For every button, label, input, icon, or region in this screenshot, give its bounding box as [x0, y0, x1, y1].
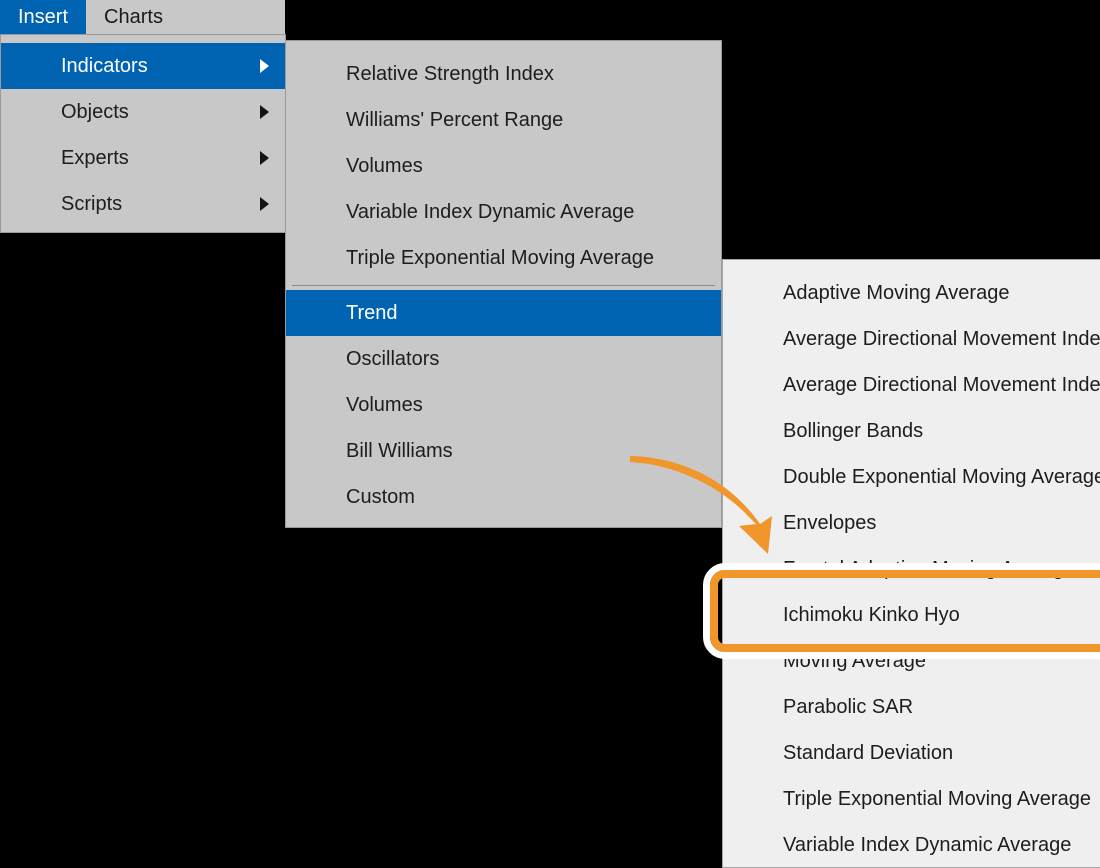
menu-item-average-directional-movement-index[interactable]: Average Directional Movement Index	[723, 316, 1100, 362]
menu-item-average-directional-movement-index-wilder[interactable]: Average Directional Movement Index Wilde…	[723, 362, 1100, 408]
submenu-chevron-right-icon	[260, 105, 269, 119]
menubar-item-charts[interactable]: Charts	[86, 0, 181, 34]
submenu-chevron-right-icon	[260, 197, 269, 211]
menu-item-label: Average Directional Movement Index	[783, 327, 1100, 350]
insert-menu-panel: Indicators Objects Experts Scripts	[0, 34, 286, 233]
menu-item-custom[interactable]: Custom	[286, 474, 721, 520]
menu-item-label: Triple Exponential Moving Average	[783, 787, 1091, 810]
menu-item-label: Volumes	[346, 154, 423, 177]
menu-item-moving-average[interactable]: Moving Average	[723, 638, 1100, 684]
menu-bar: Insert Charts	[0, 0, 285, 34]
menu-item-label: Double Exponential Moving Average	[783, 465, 1100, 488]
menu-item-label: Variable Index Dynamic Average	[346, 200, 635, 223]
menu-item-variable-index-dynamic-average[interactable]: Variable Index Dynamic Average	[286, 189, 721, 235]
menu-item-label: Relative Strength Index	[346, 62, 554, 85]
menu-item-triple-exponential-moving-average-trend[interactable]: Triple Exponential Moving Average	[723, 776, 1100, 822]
menu-item-label: Envelopes	[783, 511, 877, 534]
menu-item-ichimoku-kinko-hyo[interactable]: Ichimoku Kinko Hyo	[723, 592, 1100, 638]
menu-item-label: Indicators	[61, 54, 148, 77]
menu-item-bill-williams[interactable]: Bill Williams	[286, 428, 721, 474]
menu-item-label: Ichimoku Kinko Hyo	[783, 603, 960, 626]
menu-item-label: Average Directional Movement Index Wilde…	[783, 373, 1100, 396]
menu-item-williams-percent-range[interactable]: Williams' Percent Range	[286, 97, 721, 143]
menu-item-label: Volumes	[346, 393, 423, 416]
screenshot-root: Insert Charts Indicators Objects Experts…	[0, 0, 1100, 868]
menu-item-label: Parabolic SAR	[783, 695, 914, 718]
menu-item-parabolic-sar[interactable]: Parabolic SAR	[723, 684, 1100, 730]
menu-item-variable-index-dynamic-average-trend[interactable]: Variable Index Dynamic Average	[723, 822, 1100, 867]
menu-item-bollinger-bands[interactable]: Bollinger Bands	[723, 408, 1100, 454]
menu-item-label: Standard Deviation	[783, 741, 954, 764]
menu-item-label: Variable Index Dynamic Average	[783, 833, 1072, 856]
menu-item-relative-strength-index[interactable]: Relative Strength Index	[286, 51, 721, 97]
menu-item-label: Bollinger Bands	[783, 419, 924, 442]
menu-item-indicators[interactable]: Indicators	[1, 43, 285, 89]
menu-item-adaptive-moving-average[interactable]: Adaptive Moving Average	[723, 270, 1100, 316]
trend-submenu-panel: Adaptive Moving Average Average Directio…	[722, 259, 1100, 868]
menu-item-oscillators[interactable]: Oscillators	[286, 336, 721, 382]
menu-item-trend[interactable]: Trend	[286, 290, 721, 336]
menu-item-label: Objects	[61, 100, 129, 123]
menu-item-label: Williams' Percent Range	[346, 108, 564, 131]
menu-item-label: Custom	[346, 485, 415, 508]
submenu-chevron-right-icon	[260, 151, 269, 165]
menu-item-label: Bill Williams	[346, 439, 453, 462]
menu-item-label: Fractal Adaptive Moving Average	[783, 557, 1076, 580]
menu-item-envelopes[interactable]: Envelopes	[723, 500, 1100, 546]
menu-item-fractal-adaptive-moving-average[interactable]: Fractal Adaptive Moving Average	[723, 546, 1100, 592]
submenu-chevron-right-icon	[260, 59, 269, 73]
indicators-submenu-panel: Relative Strength Index Williams' Percen…	[285, 40, 722, 528]
menu-item-label: Triple Exponential Moving Average	[346, 246, 654, 269]
menubar-item-insert[interactable]: Insert	[0, 0, 87, 34]
menu-item-label: Oscillators	[346, 347, 440, 370]
menu-item-objects[interactable]: Objects	[1, 89, 285, 135]
menu-item-scripts[interactable]: Scripts	[1, 181, 285, 227]
menu-item-experts[interactable]: Experts	[1, 135, 285, 181]
menu-item-label: Scripts	[61, 192, 123, 215]
menu-item-triple-exponential-moving-average[interactable]: Triple Exponential Moving Average	[286, 235, 721, 281]
menu-item-label: Moving Average	[783, 649, 927, 672]
menu-separator	[292, 285, 715, 286]
menu-item-label: Adaptive Moving Average	[783, 281, 1010, 304]
menu-item-double-exponential-moving-average[interactable]: Double Exponential Moving Average	[723, 454, 1100, 500]
menu-item-standard-deviation[interactable]: Standard Deviation	[723, 730, 1100, 776]
menu-item-label: Trend	[346, 301, 398, 324]
menu-item-volumes-category[interactable]: Volumes	[286, 382, 721, 428]
menu-item-label: Experts	[61, 146, 129, 169]
menu-item-volumes[interactable]: Volumes	[286, 143, 721, 189]
